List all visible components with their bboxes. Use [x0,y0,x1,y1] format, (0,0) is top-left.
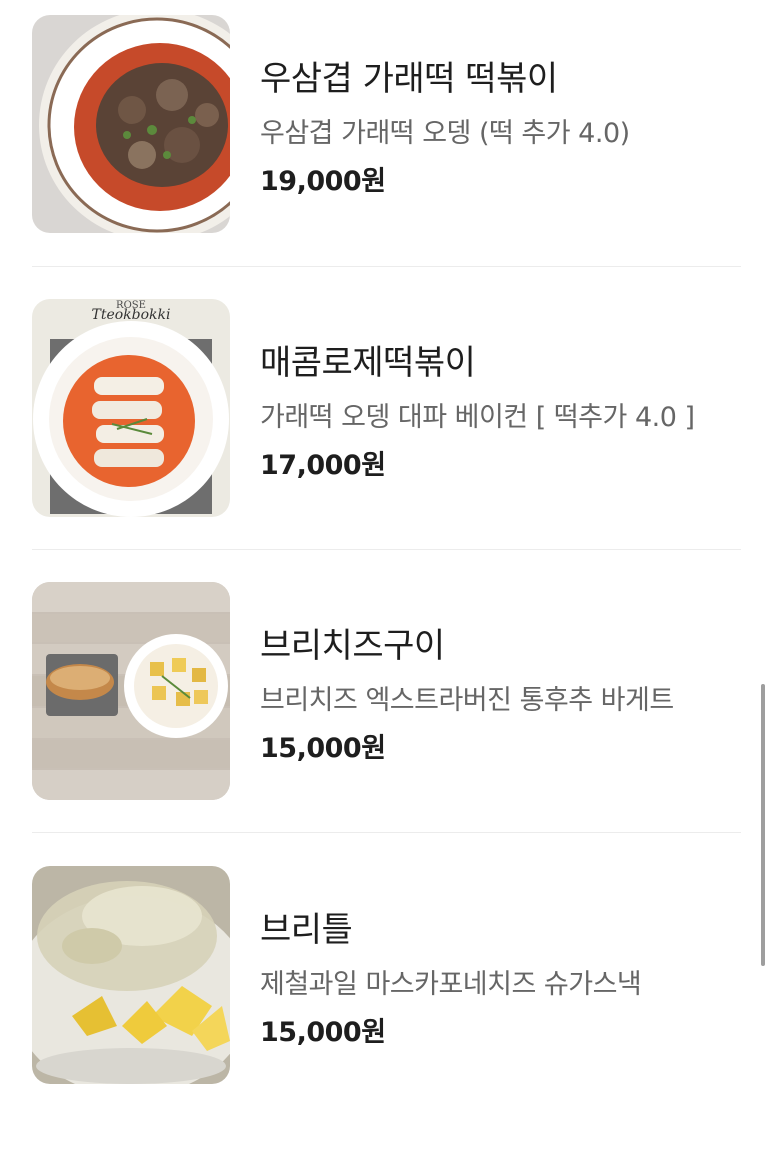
menu-item-beef-tteokbokki[interactable]: 우삼겹 가래떡 떡볶이 우삼겹 가래떡 오뎅 (떡 추가 4.0) 19,000… [0,15,773,299]
menu-item-description: 가래떡 오뎅 대파 베이컨 [ 떡추가 4.0 ] [260,402,695,433]
menu-item-image[interactable] [32,15,230,233]
menu-item-price: 15,000원 [260,733,386,764]
menu-item-description: 제철과일 마스카포네치즈 슈가스낵 [260,969,642,1000]
divider [32,832,741,833]
menu-item-image[interactable] [32,582,230,800]
menu-item-name: 매콤로제떡볶이 [260,343,476,383]
food-photo-rose-tteokbokki-icon: ROSE Tteokbokki [32,299,230,517]
image-caption-tteokbokki: Tteokbokki [92,307,171,323]
food-photo-brittle-icon [32,866,230,1084]
food-photo-brie-icon [32,582,230,800]
divider [32,549,741,550]
menu-item-description: 우삼겹 가래떡 오뎅 (떡 추가 4.0) [260,118,630,149]
menu-item-description: 브리치즈 엑스트라버진 통후추 바게트 [260,685,674,716]
menu-item-price: 19,000원 [260,166,386,197]
food-photo-tteokbokki-icon [32,15,230,233]
menu-item-name: 브리치즈구이 [260,626,445,666]
menu-item-brittle[interactable]: 브리틀 제철과일 마스카포네치즈 슈가스낵 15,000원 [0,866,773,1150]
menu-item-name: 우삼겹 가래떡 떡볶이 [260,59,558,99]
menu-item-name: 브리틀 [260,910,353,950]
divider [32,266,741,267]
menu-item-image[interactable] [32,866,230,1084]
scrollbar[interactable] [761,684,765,966]
menu-item-image[interactable]: ROSE Tteokbokki [32,299,230,517]
menu-item-price: 15,000원 [260,1017,386,1048]
menu-item-brie-cheese[interactable]: 브리치즈구이 브리치즈 엑스트라버진 통후추 바게트 15,000원 [0,582,773,866]
menu-item-rose-tteokbokki[interactable]: ROSE Tteokbokki 매콤로제떡볶이 가래떡 오뎅 대파 베이컨 [ … [0,299,773,583]
menu-item-price: 17,000원 [260,450,386,481]
